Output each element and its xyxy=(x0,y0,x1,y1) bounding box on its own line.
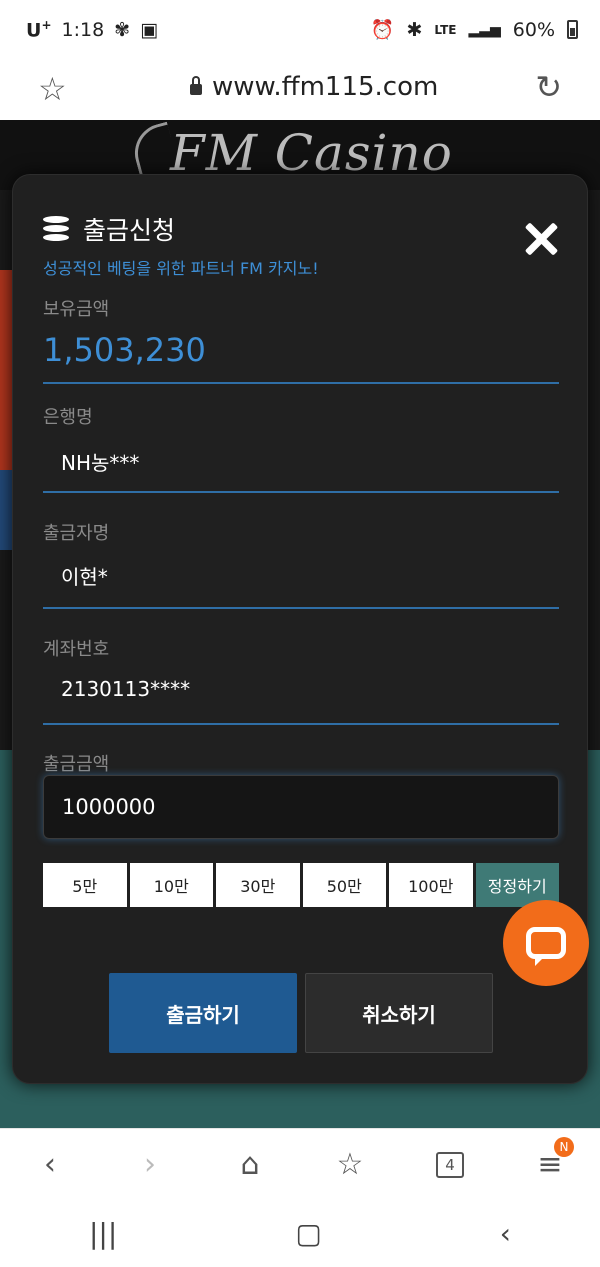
holder-field: 이현* xyxy=(43,561,559,609)
tabs-button[interactable]: 4 xyxy=(420,1135,480,1195)
reload-icon[interactable]: ↻ xyxy=(535,68,562,106)
signal-icon: ▂▃▅ xyxy=(468,21,501,38)
balance-label: 보유금액 xyxy=(43,299,110,320)
url-text: www.ffm115.com xyxy=(212,72,439,102)
app-notification-icon: ▣ xyxy=(140,18,159,41)
url-bar: ☆ www.ffm115.com ↻ xyxy=(0,62,600,120)
quick-amount-30man-button[interactable]: 30만 xyxy=(216,863,300,907)
recents-icon[interactable]: ||| xyxy=(89,1217,117,1250)
web-viewport: FM Casino 출금신청 성공적인 베팅을 위한 파트너 FM 카지노! 보… xyxy=(0,120,600,1128)
home-button-icon[interactable]: ▢ xyxy=(295,1217,321,1250)
tagline: 성공적인 베팅을 위한 파트너 FM 카지노! xyxy=(43,259,319,278)
account-label: 계좌번호 xyxy=(43,639,110,660)
alarm-icon: ⏰ xyxy=(370,19,395,41)
cancel-button[interactable]: 취소하기 xyxy=(305,973,493,1053)
system-navigation: ||| ▢ ‹ xyxy=(0,1200,600,1267)
amount-input[interactable] xyxy=(43,775,559,839)
quick-amount-10man-button[interactable]: 10만 xyxy=(129,863,213,907)
close-icon[interactable] xyxy=(523,221,559,257)
bank-field: NH농*** xyxy=(43,447,559,493)
chat-button[interactable] xyxy=(503,900,589,986)
withdrawal-modal: 출금신청 성공적인 베팅을 위한 파트너 FM 카지노! 보유금액 1,503,… xyxy=(12,174,588,1084)
battery-level: 60% xyxy=(512,18,555,41)
menu-badge: N xyxy=(554,1136,574,1157)
modal-title: 출금신청 xyxy=(43,211,175,247)
address-field[interactable]: www.ffm115.com xyxy=(190,72,438,102)
home-icon[interactable]: ⌂ xyxy=(220,1135,280,1195)
account-field: 2130113**** xyxy=(43,677,559,725)
quick-amount-5man-button[interactable]: 5만 xyxy=(43,863,127,907)
back-icon[interactable]: ‹ xyxy=(20,1135,80,1195)
withdraw-button[interactable]: 출금하기 xyxy=(109,973,297,1053)
forward-icon[interactable]: › xyxy=(120,1135,180,1195)
chat-icon xyxy=(526,927,566,966)
bookmark-star-icon[interactable]: ☆ xyxy=(38,70,67,108)
pinwheel-icon: ✾ xyxy=(114,18,131,41)
network-label: LTE xyxy=(434,22,457,37)
carrier-label: U+ xyxy=(26,18,52,42)
menu-icon[interactable]: ≡ N xyxy=(520,1135,580,1195)
browser-toolbar: ‹ › ⌂ ☆ 4 ≡ N xyxy=(0,1128,600,1200)
system-back-icon[interactable]: ‹ xyxy=(500,1217,511,1250)
lock-icon xyxy=(190,75,202,95)
clock: 1:18 xyxy=(61,18,105,41)
quick-amount-row: 5만 10만 30만 50만 100만 정정하기 xyxy=(43,863,559,907)
holder-label: 출금자명 xyxy=(43,523,110,544)
quick-amount-100man-button[interactable]: 100만 xyxy=(389,863,473,907)
tabs-count: 4 xyxy=(436,1151,464,1178)
modal-title-text: 출금신청 xyxy=(83,216,176,245)
amount-label: 출금금액 xyxy=(43,754,110,775)
balance-value: 1,503,230 xyxy=(43,331,559,384)
bluetooth-icon: ✱ xyxy=(406,18,423,41)
bookmarks-icon[interactable]: ☆ xyxy=(320,1135,380,1195)
quick-amount-50man-button[interactable]: 50만 xyxy=(302,863,386,907)
status-bar: U+ 1:18 ✾ ▣ ⏰ ✱ LTE ▂▃▅ 60% xyxy=(0,0,600,62)
battery-icon xyxy=(567,20,578,39)
bank-label: 은행명 xyxy=(43,407,93,428)
coins-icon xyxy=(43,216,71,242)
